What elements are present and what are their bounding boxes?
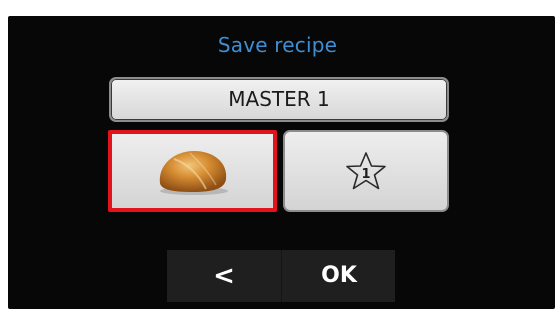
cropped-caption-text bbox=[0, 0, 555, 16]
recipe-name-field[interactable]: MASTER 1 bbox=[109, 77, 449, 122]
star-icon: 1 bbox=[346, 152, 386, 190]
dialog-title: Save recipe bbox=[217, 33, 338, 57]
bread-roll-icon bbox=[159, 151, 228, 195]
bottom-navigation-bar: < OK bbox=[167, 250, 395, 302]
recipe-image-tile[interactable] bbox=[108, 130, 277, 212]
back-button[interactable]: < bbox=[167, 250, 281, 302]
favorite-slot-tile[interactable]: 1 bbox=[283, 130, 449, 212]
ok-button[interactable]: OK bbox=[281, 250, 396, 302]
favorite-slot-number: 1 bbox=[361, 167, 370, 182]
